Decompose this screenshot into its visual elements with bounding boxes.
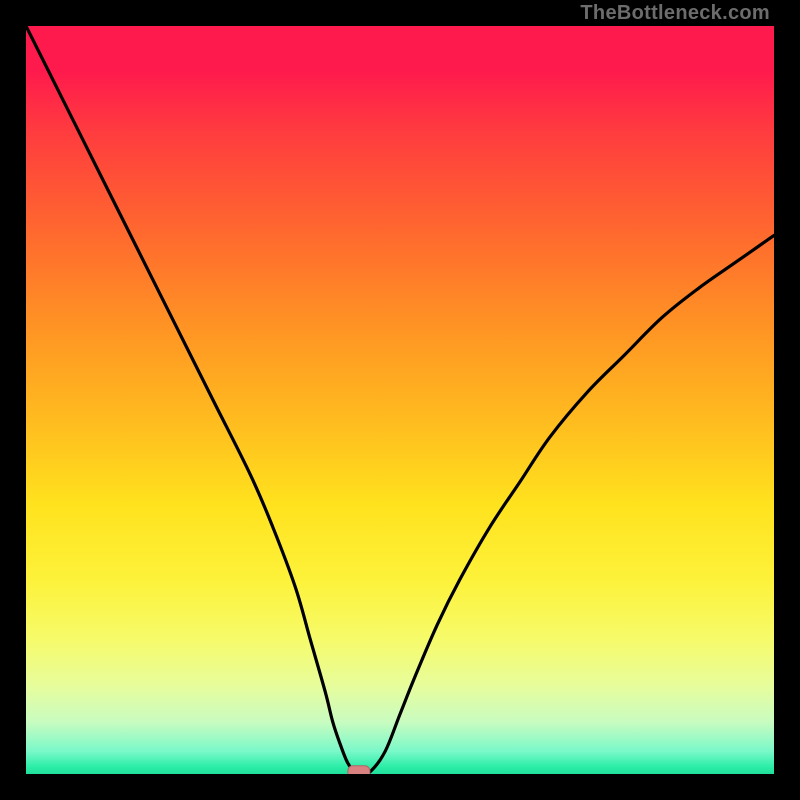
chart-frame: TheBottleneck.com (0, 0, 800, 800)
curve-svg (26, 26, 774, 774)
watermark-text: TheBottleneck.com (580, 2, 770, 25)
plot-area (26, 26, 774, 774)
minimum-marker (348, 766, 370, 774)
bottleneck-curve (26, 26, 774, 773)
